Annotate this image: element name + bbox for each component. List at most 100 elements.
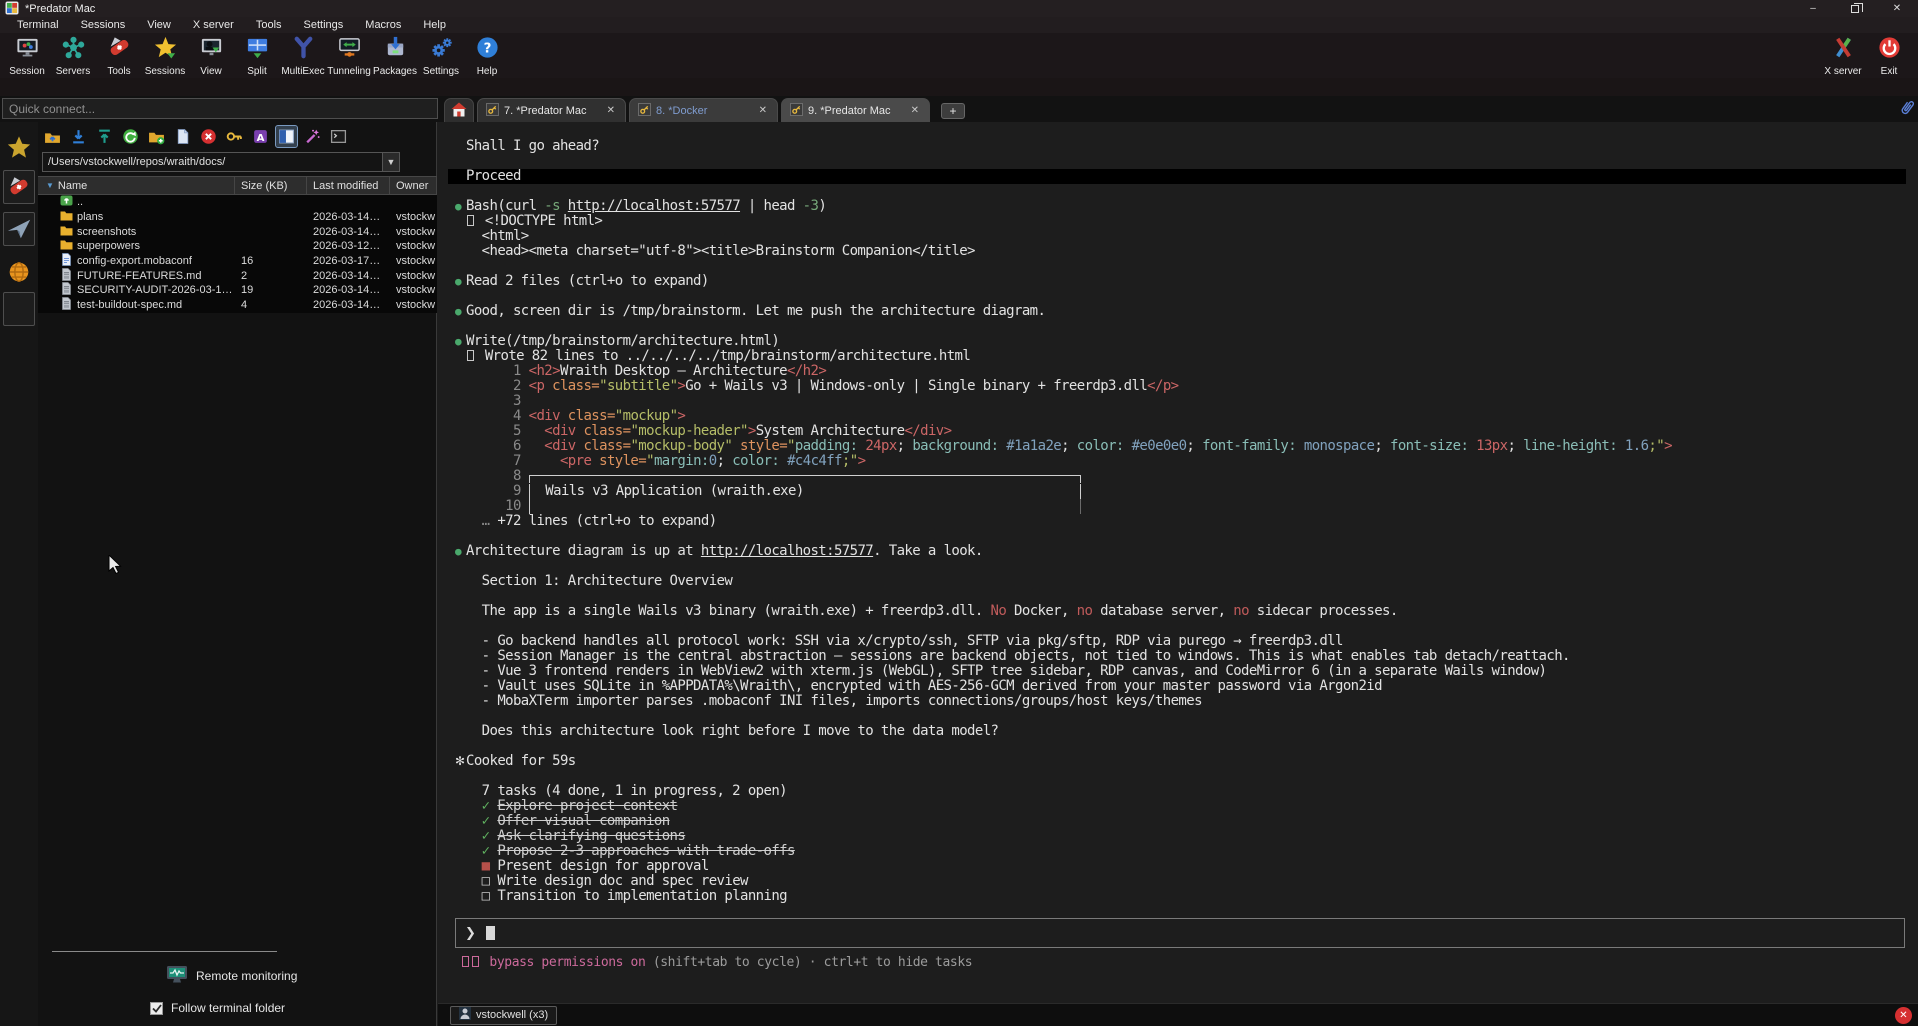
terminal-text: Docker, bbox=[1006, 603, 1076, 619]
footer-close-button[interactable]: ✕ bbox=[1895, 1007, 1912, 1024]
tab-home[interactable] bbox=[444, 98, 474, 122]
terminal-line: 7 tasks (4 done, 1 in progress, 2 open) bbox=[448, 784, 1918, 799]
user-session-label: vstockwell (x3) bbox=[476, 1009, 548, 1021]
empty-slot[interactable] bbox=[3, 292, 35, 326]
column-header-owner[interactable]: Owner bbox=[390, 177, 437, 194]
globe-icon[interactable] bbox=[3, 255, 35, 289]
key-icon[interactable] bbox=[224, 126, 245, 147]
menu-item-view[interactable]: View bbox=[138, 18, 180, 32]
toolbar-button-packages[interactable]: Packages bbox=[372, 33, 418, 77]
toolbar-button-split[interactable]: Split bbox=[234, 33, 280, 77]
download-icon[interactable] bbox=[68, 126, 89, 147]
menu-item-help[interactable]: Help bbox=[414, 18, 455, 32]
toolbar-button-x-server[interactable]: X server bbox=[1820, 33, 1866, 77]
user-session-tab[interactable]: vstockwell (x3) bbox=[450, 1006, 557, 1025]
svg-text:A: A bbox=[257, 133, 265, 144]
close-button[interactable]: ✕ bbox=[1876, 0, 1918, 17]
terminal-line bbox=[448, 589, 1918, 604]
rename-icon[interactable]: A bbox=[250, 126, 271, 147]
split-view-icon[interactable] bbox=[276, 126, 297, 147]
terminal-pane[interactable]: Shall I go ahead? Proceed ●Bash(curl -s … bbox=[438, 122, 1918, 1003]
table-row[interactable]: test-buildout-spec.md42026-03-14…vstockw bbox=[38, 298, 437, 313]
toolbar-button-tunneling[interactable]: Tunneling bbox=[326, 33, 372, 77]
terminal-text: #e0e0e0 bbox=[1124, 438, 1187, 454]
terminal-text: "subtitle" bbox=[599, 378, 677, 394]
terminal-text: ctrl+t to hide tasks bbox=[824, 955, 973, 970]
table-row[interactable]: FUTURE-FEATURES.md22026-03-14…vstockw bbox=[38, 268, 437, 283]
table-row[interactable]: SECURITY-AUDIT-2026-03-1…192026-03-14…vs… bbox=[38, 283, 437, 298]
terminal-text: <!DOCTYPE html> bbox=[477, 213, 602, 229]
table-row[interactable]: superpowers2026-03-12…vstockw bbox=[38, 239, 437, 254]
paper-plane-icon[interactable] bbox=[3, 212, 35, 246]
column-header-last-modified[interactable]: Last modified bbox=[307, 177, 390, 194]
new-tab-button[interactable]: + bbox=[941, 103, 965, 119]
tab-8-docker[interactable]: 8. *Docker✕ bbox=[629, 98, 778, 122]
terminal-icon[interactable] bbox=[328, 126, 349, 147]
favorites-star-icon[interactable] bbox=[3, 130, 35, 164]
quick-connect-input[interactable] bbox=[2, 98, 438, 119]
checkbox-checked-icon bbox=[150, 1002, 163, 1015]
toolbar-button-servers[interactable]: Servers bbox=[50, 33, 96, 77]
remote-monitoring-control[interactable]: Remote monitoring bbox=[166, 965, 297, 987]
path-dropdown-button[interactable]: ▼ bbox=[382, 152, 400, 172]
terminal-line: 10 bbox=[448, 499, 1918, 514]
toolbar-button-tools[interactable]: Tools bbox=[96, 33, 142, 77]
terminal-text: Explore project context bbox=[497, 798, 677, 814]
menu-item-x-server[interactable]: X server bbox=[184, 18, 243, 32]
table-row[interactable]: config-export.mobaconf162026-03-17…vstoc… bbox=[38, 254, 437, 269]
tab-close-icon[interactable]: ✕ bbox=[909, 105, 921, 116]
terminal-text: database server, bbox=[1092, 603, 1233, 619]
menu-item-sessions[interactable]: Sessions bbox=[72, 18, 135, 32]
magic-wand-icon[interactable] bbox=[302, 126, 323, 147]
terminal-line: ●Write(/tmp/brainstorm/architecture.html… bbox=[448, 334, 1918, 349]
follow-terminal-folder-checkbox[interactable]: Follow terminal folder bbox=[150, 1001, 285, 1015]
toolbar-button-help[interactable]: ?Help bbox=[464, 33, 510, 77]
menu-item-tools[interactable]: Tools bbox=[247, 18, 291, 32]
column-header-size-kb-[interactable]: Size (KB) bbox=[235, 177, 307, 194]
delete-icon[interactable] bbox=[198, 126, 219, 147]
tab-strip: 7. *Predator Mac✕8. *Docker✕9. *Predator… bbox=[0, 96, 1918, 122]
minimize-button[interactable]: – bbox=[1792, 0, 1834, 17]
tab-close-icon[interactable]: ✕ bbox=[757, 105, 769, 116]
terminal-prompt-box[interactable]: ❯ bbox=[455, 918, 1905, 948]
terminal-text: 24px bbox=[858, 438, 897, 454]
terminal-text: class= bbox=[560, 408, 615, 424]
terminal-line bbox=[448, 529, 1918, 544]
column-header-name[interactable]: ▼Name bbox=[38, 177, 235, 194]
tab-close-icon[interactable]: ✕ bbox=[605, 105, 617, 116]
file-table-header[interactable]: ▼NameSize (KB)Last modifiedOwner bbox=[38, 176, 437, 195]
toolbar-button-session[interactable]: Session bbox=[4, 33, 50, 77]
menu-item-macros[interactable]: Macros bbox=[356, 18, 410, 32]
file-name-cell: .. bbox=[38, 194, 235, 210]
table-row[interactable]: plans2026-03-14…vstockw bbox=[38, 210, 437, 225]
toolbar-button-exit[interactable]: Exit bbox=[1866, 33, 1912, 77]
terminal-text: 1.6 bbox=[1617, 438, 1648, 454]
refresh-icon[interactable] bbox=[120, 126, 141, 147]
tab-7-predator-mac[interactable]: 7. *Predator Mac✕ bbox=[477, 98, 626, 122]
toolbar-button-sessions[interactable]: Sessions bbox=[142, 33, 188, 77]
title-bar[interactable]: *Predator Mac – ✕ bbox=[0, 0, 1918, 17]
upload-icon[interactable] bbox=[94, 126, 115, 147]
new-folder-icon[interactable] bbox=[146, 126, 167, 147]
file-name-cell: plans bbox=[38, 209, 235, 225]
terminal-text: Offer visual companion bbox=[497, 813, 669, 829]
parent-folder-icon[interactable] bbox=[42, 126, 63, 147]
toolbar-button-view[interactable]: View bbox=[188, 33, 234, 77]
terminal-line: ✓ Offer visual companion bbox=[448, 814, 1918, 829]
tools-knife-icon[interactable] bbox=[3, 170, 35, 204]
toolbar-button-multiexec[interactable]: MultiExec bbox=[280, 33, 326, 77]
toolbar-button-settings[interactable]: Settings bbox=[418, 33, 464, 77]
table-row[interactable]: screenshots2026-03-14…vstockw bbox=[38, 224, 437, 239]
packages-box-icon bbox=[383, 35, 408, 65]
paperclip-icon[interactable] bbox=[1899, 98, 1915, 123]
menu-item-terminal[interactable]: Terminal bbox=[8, 18, 68, 32]
restore-button[interactable] bbox=[1834, 0, 1876, 17]
tab-9-predator-mac[interactable]: 9. *Predator Mac✕ bbox=[781, 98, 930, 122]
path-input[interactable] bbox=[42, 152, 400, 172]
terminal-text: Cooked for 59s bbox=[466, 753, 576, 769]
new-file-icon[interactable] bbox=[172, 126, 193, 147]
terminal-text: </div> bbox=[904, 423, 951, 439]
table-row[interactable]: .. bbox=[38, 195, 437, 210]
terminal-text: 13px bbox=[1468, 438, 1507, 454]
menu-item-settings[interactable]: Settings bbox=[295, 18, 353, 32]
